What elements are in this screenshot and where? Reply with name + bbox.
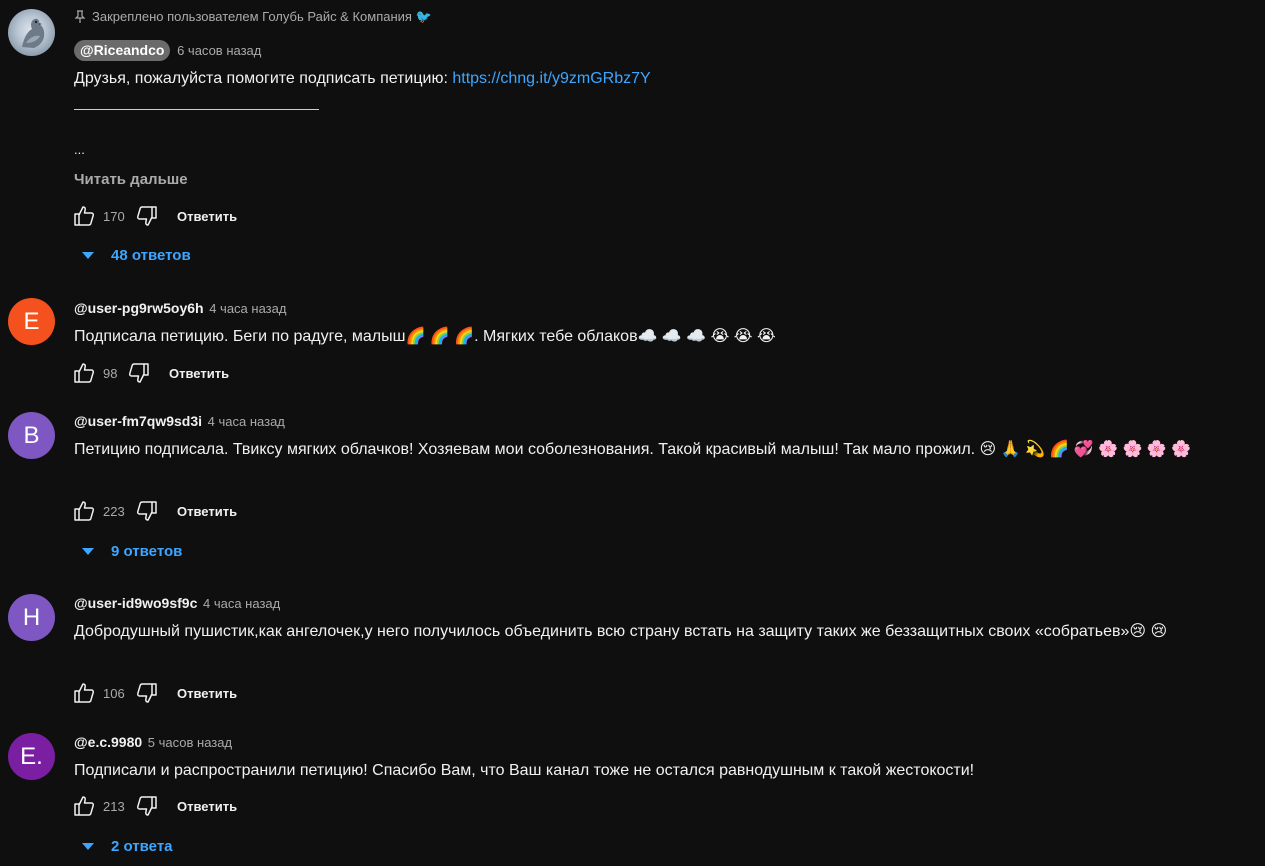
- pinned-label-text: Закреплено пользователем Голубь Райс & К…: [92, 9, 432, 24]
- like-count: 170: [103, 208, 125, 224]
- reply-button[interactable]: Ответить: [177, 504, 237, 519]
- thumbs-up-icon[interactable]: [72, 794, 96, 818]
- reply-button[interactable]: Ответить: [177, 799, 237, 814]
- comment-time[interactable]: 6 часов назад: [177, 43, 261, 58]
- thumbs-down-icon[interactable]: [135, 499, 159, 523]
- comment-text-content: Друзья, пожалуйста помогите подписать пе…: [74, 70, 453, 87]
- comment-actions: 98 Ответить: [72, 361, 229, 385]
- comment-text: Подписали и распространили петицию! Спас…: [74, 762, 975, 779]
- pigeon-avatar-icon: [22, 18, 45, 48]
- comment-meta: @user-id9wo9sf9c 4 часа назад: [74, 595, 280, 611]
- chevron-down-icon: [82, 548, 94, 555]
- comment-meta: @Riceandco 6 часов назад: [74, 40, 261, 61]
- avatar[interactable]: H: [8, 594, 55, 641]
- reply-button[interactable]: Ответить: [177, 209, 237, 224]
- pin-icon: [74, 10, 86, 23]
- like-count: 223: [103, 503, 125, 519]
- comment-meta: @e.c.9980 5 часов назад: [74, 734, 232, 750]
- pinned-label: Закреплено пользователем Голубь Райс & К…: [74, 9, 432, 25]
- avatar-letter: H: [22, 603, 41, 631]
- avatar-letter: E: [23, 307, 40, 335]
- thumbs-up-icon[interactable]: [72, 681, 96, 705]
- ellipsis: ...: [74, 142, 85, 157]
- comment-actions: 170 Ответить: [72, 204, 237, 228]
- author-name[interactable]: @user-fm7qw9sd3i: [74, 413, 202, 429]
- petition-link[interactable]: https://chng.it/y9zmGRbz7Y: [452, 70, 650, 87]
- like-count: 106: [103, 685, 125, 701]
- thumbs-down-icon[interactable]: [135, 794, 159, 818]
- replies-toggle-button[interactable]: 48 ответов: [80, 247, 191, 264]
- replies-toggle-button[interactable]: 9 ответов: [80, 543, 182, 560]
- thumbs-down-icon[interactable]: [135, 204, 159, 228]
- replies-count: 2 ответа: [111, 838, 173, 855]
- thumbs-up-icon[interactable]: [72, 204, 96, 228]
- divider: [74, 109, 319, 110]
- avatar[interactable]: E: [8, 298, 55, 345]
- avatar-letter: B: [23, 421, 40, 449]
- thumbs-down-icon[interactable]: [127, 361, 151, 385]
- replies-count: 48 ответов: [111, 247, 191, 264]
- chevron-down-icon: [82, 252, 94, 259]
- author-name[interactable]: @user-pg9rw5oy6h: [74, 300, 204, 316]
- avatar[interactable]: B: [8, 412, 55, 459]
- like-count: 98: [103, 365, 118, 381]
- author-name[interactable]: @e.c.9980: [74, 734, 142, 750]
- comment-meta: @user-pg9rw5oy6h 4 часа назад: [74, 300, 286, 316]
- author-name[interactable]: @user-id9wo9sf9c: [74, 595, 197, 611]
- comment-actions: 213 Ответить: [72, 794, 237, 818]
- replies-count: 9 ответов: [111, 543, 183, 560]
- thumbs-down-icon[interactable]: [135, 681, 159, 705]
- comment-actions: 223 Ответить: [72, 499, 237, 523]
- like-count: 213: [103, 798, 125, 814]
- read-more-button[interactable]: Читать дальше: [74, 171, 188, 188]
- comment-meta: @user-fm7qw9sd3i 4 часа назад: [74, 413, 285, 429]
- reply-button[interactable]: Ответить: [177, 686, 237, 701]
- comment-time[interactable]: 4 часа назад: [208, 414, 285, 429]
- author-name[interactable]: @Riceandco: [74, 40, 171, 61]
- thumbs-up-icon[interactable]: [72, 361, 96, 385]
- thumbs-up-icon[interactable]: [72, 499, 96, 523]
- comment-text: Добродушный пушистик,как ангелочек,у нег…: [74, 623, 1168, 640]
- replies-toggle-button[interactable]: 2 ответа: [80, 838, 173, 855]
- comment-time[interactable]: 5 часов назад: [148, 735, 232, 750]
- avatar[interactable]: [8, 9, 55, 56]
- reply-button[interactable]: Ответить: [169, 366, 229, 381]
- avatar-letter: E.: [20, 742, 43, 770]
- chevron-down-icon: [82, 843, 94, 850]
- comment-time[interactable]: 4 часа назад: [203, 596, 280, 611]
- comment-text: Подписала петицию. Беги по радуге, малыш…: [74, 328, 776, 345]
- comment-actions: 106 Ответить: [72, 681, 237, 705]
- comment-text: Петицию подписала. Твиксу мягких облачко…: [74, 441, 1192, 458]
- avatar[interactable]: E.: [8, 733, 55, 780]
- comment-time[interactable]: 4 часа назад: [209, 301, 286, 316]
- comment-text: Друзья, пожалуйста помогите подписать пе…: [74, 67, 1254, 91]
